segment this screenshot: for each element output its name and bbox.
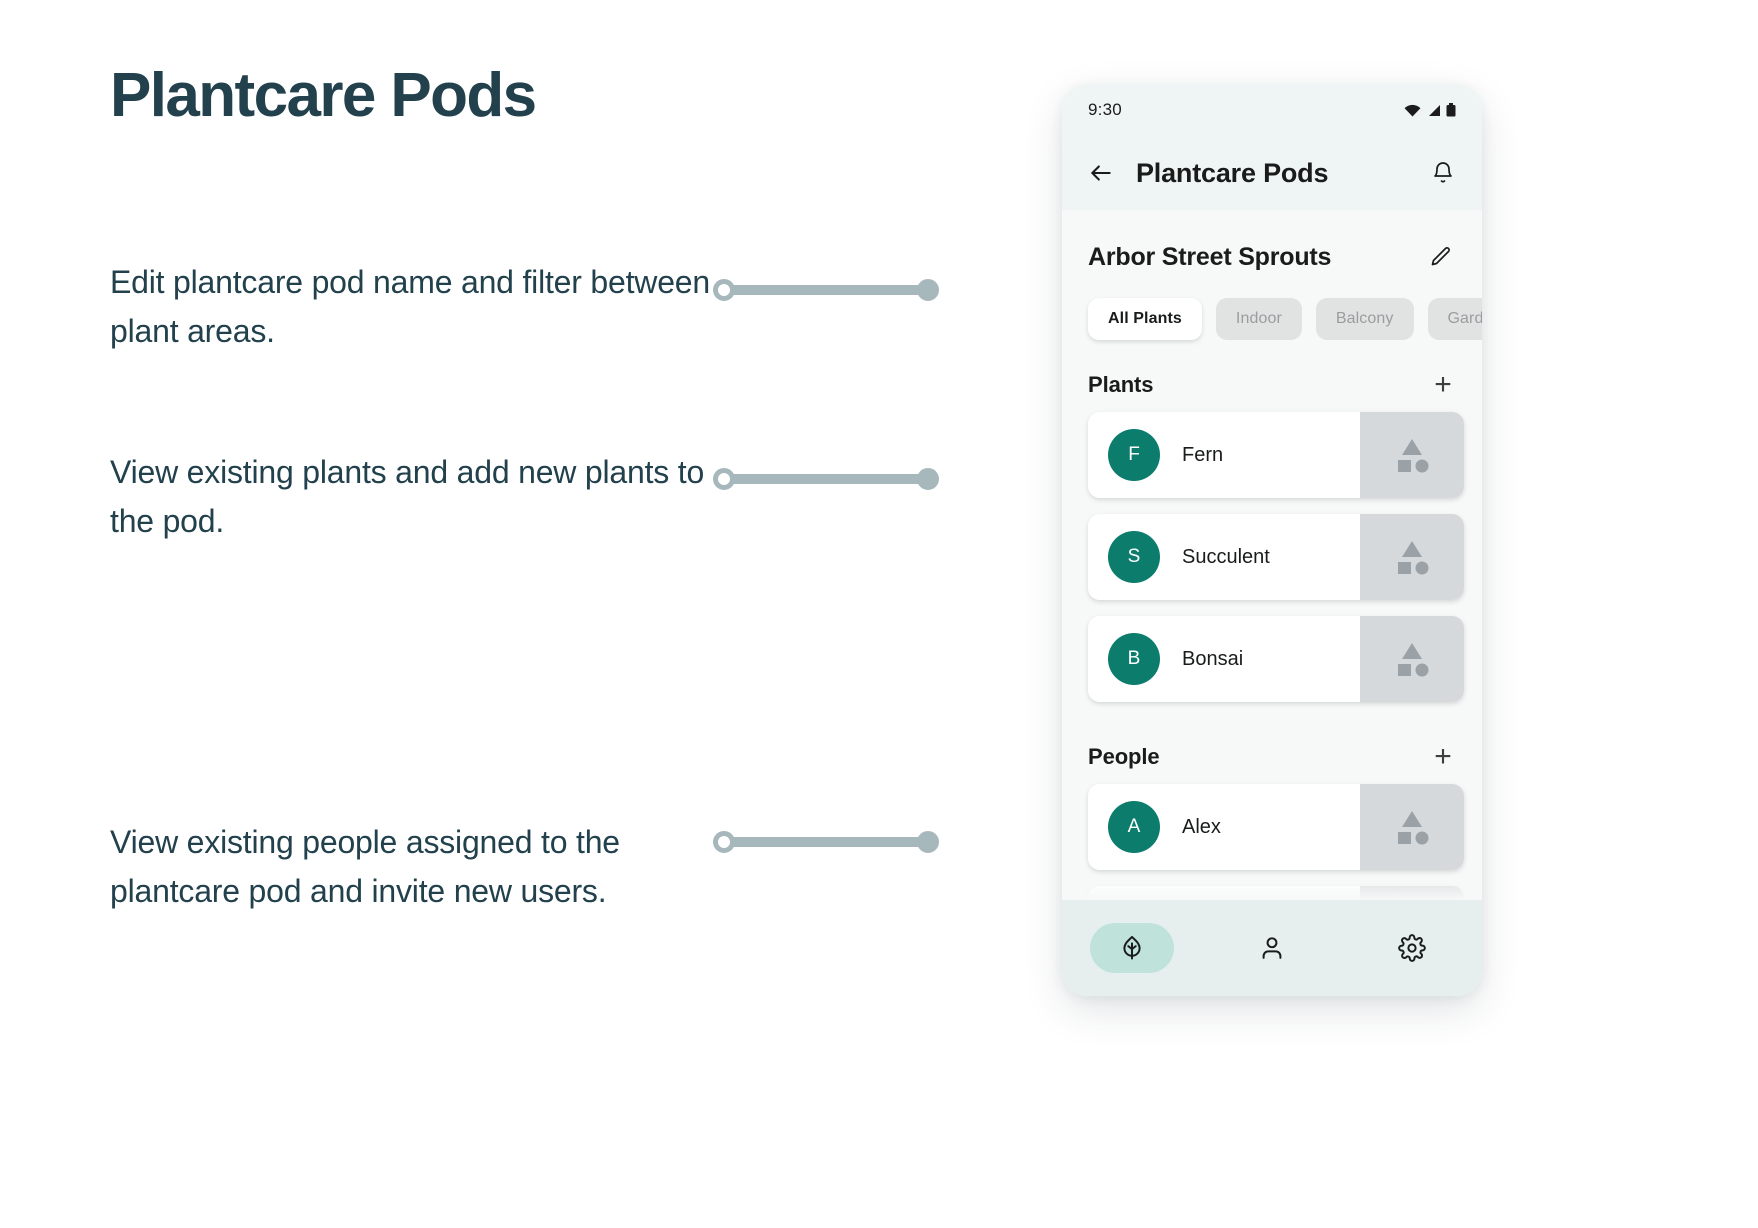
filter-chip-row[interactable]: All Plants Indoor Balcony Garden [1062, 292, 1482, 346]
app-bar: Plantcare Pods [1062, 136, 1482, 210]
avatar: B [1108, 633, 1160, 685]
image-placeholder-icon [1360, 514, 1464, 600]
nav-item-people[interactable] [1230, 923, 1314, 973]
pod-name: Arbor Street Sprouts [1088, 242, 1332, 271]
phone-mockup: 9:30 Plantcare Pods Arbor Street Sprouts… [1062, 84, 1482, 996]
cell-signal-icon [1429, 104, 1440, 116]
app-bar-title: Plantcare Pods [1136, 157, 1329, 188]
list-item[interactable]: F Fern [1088, 412, 1464, 498]
callout-connector-3 [713, 831, 939, 853]
callout-connector-2 [713, 468, 939, 490]
connector-knob-end [917, 279, 939, 301]
back-arrow-icon[interactable] [1084, 156, 1118, 190]
bottom-navigation-bar [1062, 900, 1482, 996]
person-icon [1262, 937, 1282, 959]
nav-item-plants[interactable] [1090, 923, 1174, 973]
callout-text-2: View existing plants and add new plants … [110, 454, 705, 539]
content-scroll-area: Plants + F Fern S Succulent B Bonsai Peo… [1062, 346, 1482, 992]
filter-chip-indoor[interactable]: Indoor [1215, 298, 1302, 340]
callout-text-3: View existing people assigned to the pla… [110, 824, 620, 909]
list-item-main[interactable]: A Alex [1088, 784, 1360, 870]
section-title: People [1088, 744, 1160, 769]
list-item[interactable]: S Succulent [1088, 514, 1464, 600]
connector-bar [723, 474, 929, 484]
avatar: F [1108, 429, 1160, 481]
wifi-icon [1404, 104, 1421, 116]
filter-chip-all-plants[interactable]: All Plants [1088, 298, 1202, 340]
add-plant-button[interactable]: + [1428, 370, 1458, 400]
list-item-label: Bonsai [1182, 647, 1244, 670]
avatar: A [1108, 801, 1160, 853]
nav-item-settings[interactable] [1370, 923, 1454, 973]
status-time: 9:30 [1088, 100, 1122, 119]
battery-icon [1446, 103, 1456, 117]
page-title: Plantcare Pods [110, 61, 537, 130]
connector-knob-end [917, 468, 939, 490]
pencil-icon[interactable] [1424, 240, 1458, 274]
image-placeholder-icon [1360, 784, 1464, 870]
section-title: Plants [1088, 372, 1154, 397]
status-bar: 9:30 [1062, 84, 1482, 136]
gear-icon [1398, 934, 1426, 962]
image-placeholder-icon [1360, 412, 1464, 498]
list-item-label: Alex [1182, 815, 1221, 838]
avatar: S [1108, 531, 1160, 583]
connector-knob-start [713, 831, 735, 853]
callout-text-1: Edit plantcare pod name and filter betwe… [110, 264, 710, 349]
page-root: Plantcare Pods Edit plantcare pod name a… [0, 0, 1758, 1228]
bell-icon[interactable] [1426, 156, 1460, 190]
connector-bar [723, 837, 929, 847]
list-item-main[interactable]: F Fern [1088, 412, 1360, 498]
section-header-people: People + [1062, 718, 1482, 784]
filter-chip-garden[interactable]: Garden [1427, 298, 1482, 340]
list-item[interactable]: A Alex [1088, 784, 1464, 870]
list-item[interactable]: B Bonsai [1088, 616, 1464, 702]
list-item-label: Succulent [1182, 545, 1270, 568]
add-person-button[interactable]: + [1428, 742, 1458, 772]
pod-name-row: Arbor Street Sprouts [1062, 210, 1482, 292]
connector-bar [723, 285, 929, 295]
section-header-plants: Plants + [1062, 346, 1482, 412]
callout-connector-1 [713, 279, 939, 301]
connector-knob-start [713, 468, 735, 490]
connector-knob-end [917, 831, 939, 853]
list-item-label: Fern [1182, 443, 1224, 466]
status-icon-group [1404, 103, 1456, 117]
filter-chip-balcony[interactable]: Balcony [1315, 298, 1414, 340]
image-placeholder-icon [1360, 616, 1464, 702]
list-item-main[interactable]: B Bonsai [1088, 616, 1360, 702]
list-item-main[interactable]: S Succulent [1088, 514, 1360, 600]
annotation-column: Plantcare Pods Edit plantcare pod name a… [0, 0, 1060, 1228]
connector-knob-start [713, 279, 735, 301]
leaf-icon [1123, 935, 1141, 960]
